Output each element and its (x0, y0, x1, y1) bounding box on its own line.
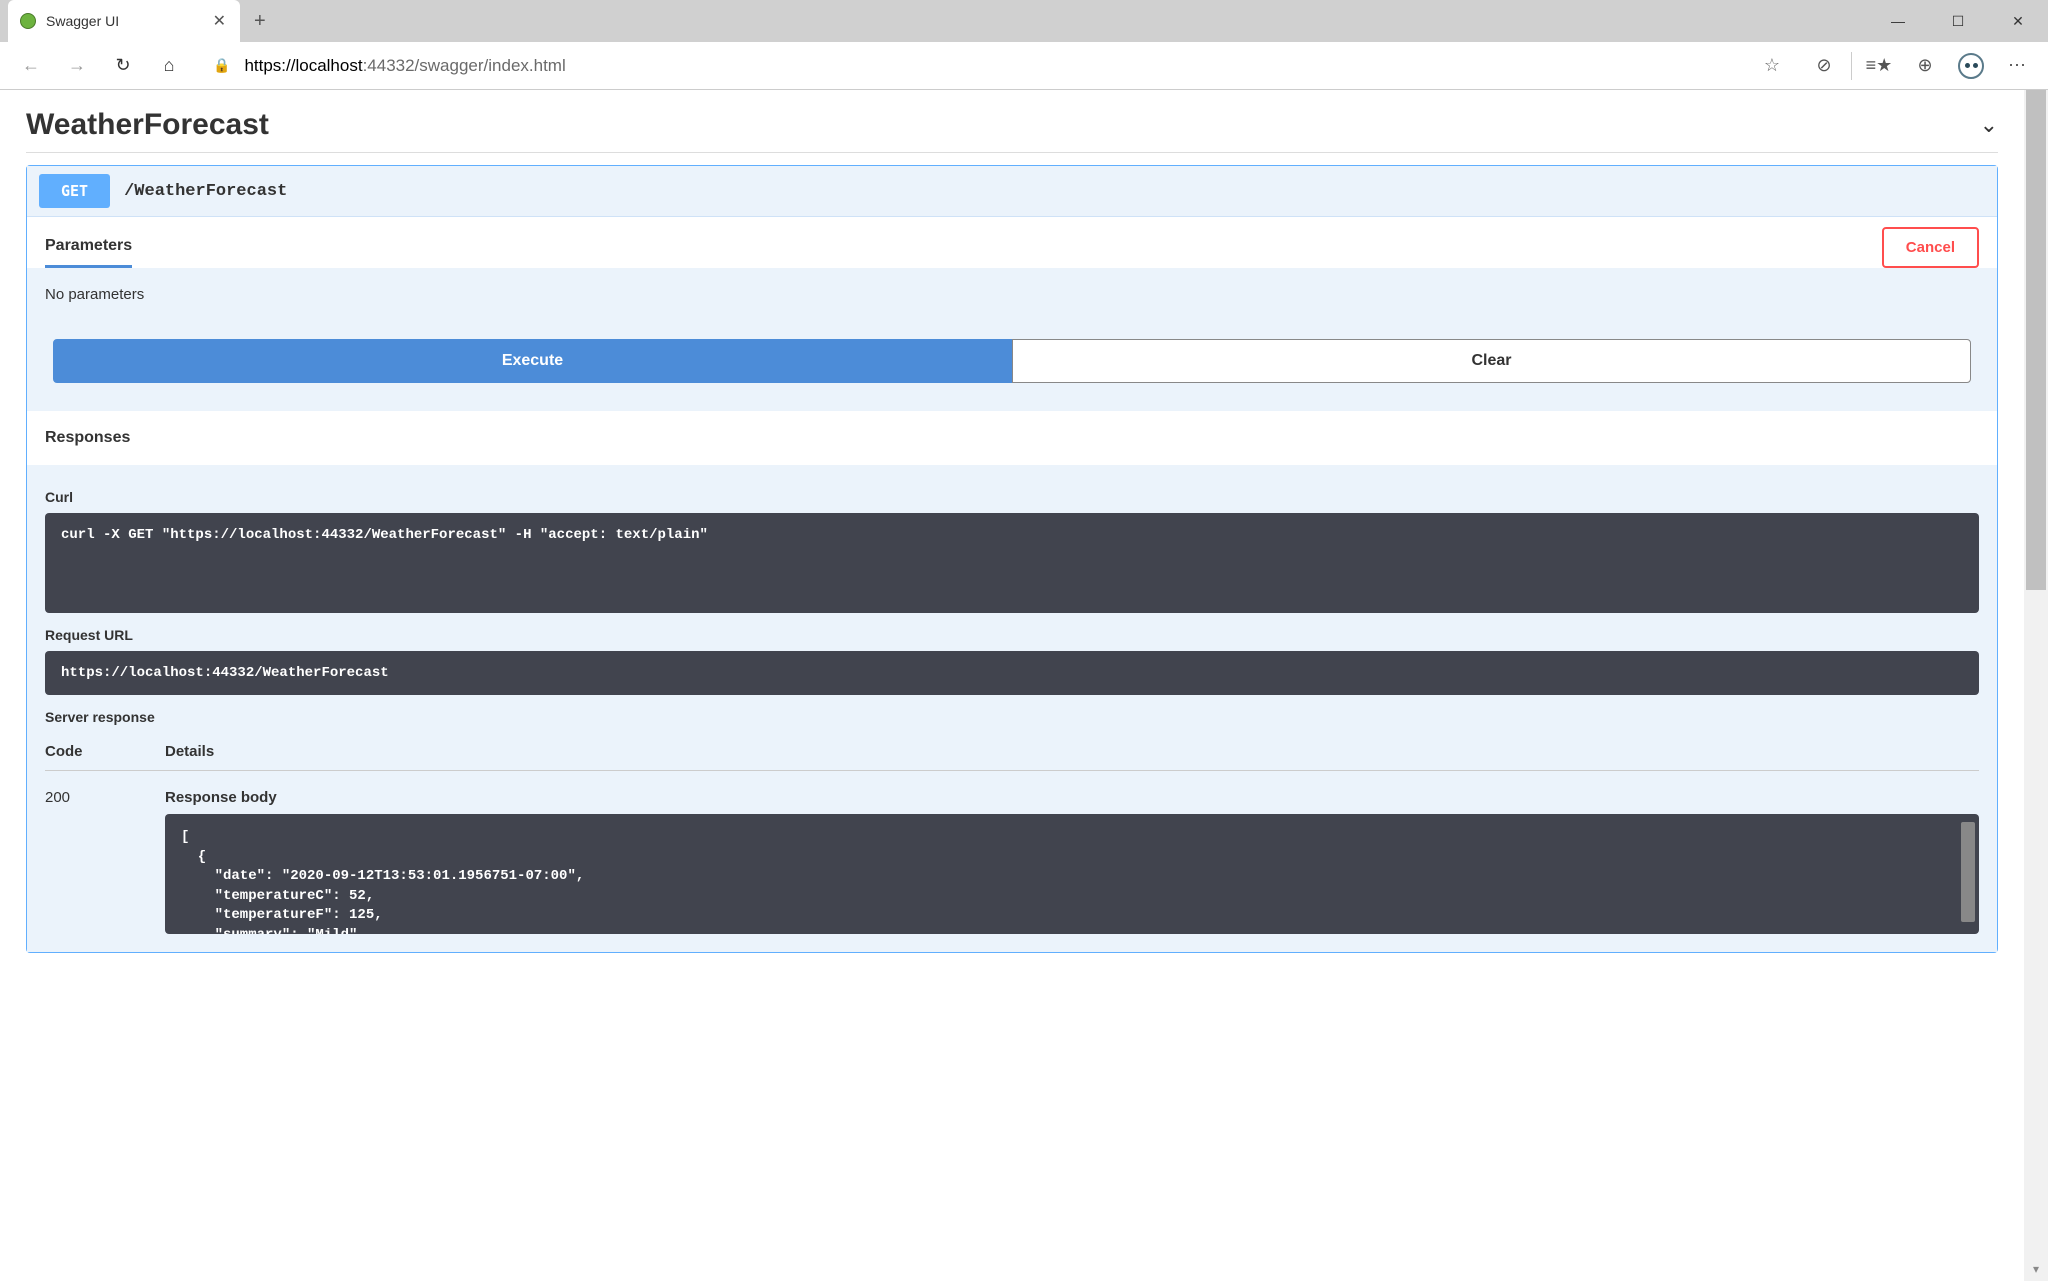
url-input[interactable]: 🔒 https://localhost:44332/swagger/index.… (202, 48, 1791, 84)
server-response-label: Server response (45, 709, 1979, 725)
section-title: WeatherForecast (26, 108, 269, 142)
forward-button[interactable]: → (56, 46, 98, 86)
more-icon[interactable]: ⋯ (1996, 46, 2038, 86)
favorite-icon[interactable]: ☆ (1764, 55, 1780, 76)
response-body-scrollbar[interactable] (1961, 822, 1975, 922)
page-scrollbar[interactable]: ▴ ▾ (2024, 90, 2048, 1281)
response-status-code: 200 (45, 789, 165, 934)
browser-titlebar: Swagger UI ✕ + — ☐ ✕ (0, 0, 2048, 42)
collections-icon[interactable]: ⊕ (1904, 46, 1946, 86)
tab-close-icon[interactable]: ✕ (213, 11, 226, 31)
tab-title: Swagger UI (46, 13, 207, 29)
http-method-badge: GET (39, 174, 110, 208)
details-column-header: Details (165, 743, 1979, 760)
curl-label: Curl (45, 489, 1979, 505)
chevron-down-icon[interactable]: ⌄ (1980, 112, 1998, 138)
scrollbar-thumb[interactable] (2026, 90, 2046, 590)
responses-header: Responses (27, 411, 1997, 465)
new-tab-button[interactable]: + (254, 10, 266, 33)
curl-command-block[interactable]: curl -X GET "https://localhost:44332/Wea… (45, 513, 1979, 613)
favorites-icon[interactable]: ≡★ (1858, 46, 1900, 86)
response-section: Curl curl -X GET "https://localhost:4433… (27, 465, 1997, 952)
refresh-button[interactable]: ↻ (102, 46, 144, 86)
execute-button[interactable]: Execute (53, 339, 1012, 383)
response-details: Response body [ { "date": "2020-09-12T13… (165, 789, 1979, 934)
response-body-block[interactable]: [ { "date": "2020-09-12T13:53:01.1956751… (165, 814, 1979, 934)
action-buttons: Execute Clear (27, 321, 1997, 411)
cancel-button[interactable]: Cancel (1882, 227, 1979, 268)
operation-summary[interactable]: GET /WeatherForecast (27, 166, 1997, 217)
minimize-button[interactable]: — (1868, 0, 1928, 42)
request-url-label: Request URL (45, 627, 1979, 643)
response-body-label: Response body (165, 789, 1979, 806)
request-url-block[interactable]: https://localhost:44332/WeatherForecast (45, 651, 1979, 695)
clear-button[interactable]: Clear (1012, 339, 1971, 383)
api-section-header[interactable]: WeatherForecast ⌄ (26, 90, 1998, 153)
toolbar-divider (1851, 52, 1852, 80)
page-content: WeatherForecast ⌄ GET /WeatherForecast P… (0, 90, 2024, 1281)
profile-button[interactable] (1950, 46, 1992, 86)
home-button[interactable]: ⌂ (148, 46, 190, 86)
parameters-tab[interactable]: Parameters (45, 227, 132, 268)
no-parameters-text: No parameters (27, 268, 1997, 321)
close-window-button[interactable]: ✕ (1988, 0, 2048, 42)
code-column-header: Code (45, 743, 165, 760)
tab-favicon (20, 13, 36, 29)
operation-block: GET /WeatherForecast Parameters Cancel N… (26, 165, 1998, 953)
window-controls: — ☐ ✕ (1868, 0, 2048, 42)
response-table-header: Code Details (45, 733, 1979, 771)
profile-avatar-icon (1958, 53, 1984, 79)
response-row: 200 Response body [ { "date": "2020-09-1… (45, 771, 1979, 934)
lock-icon: 🔒 (213, 57, 230, 74)
browser-tab[interactable]: Swagger UI ✕ (8, 0, 240, 42)
endpoint-path: /WeatherForecast (124, 182, 287, 201)
maximize-button[interactable]: ☐ (1928, 0, 1988, 42)
scroll-down-arrow[interactable]: ▾ (2024, 1257, 2048, 1281)
browser-addressbar: ← → ↻ ⌂ 🔒 https://localhost:44332/swagge… (0, 42, 2048, 90)
url-text: https://localhost:44332/swagger/index.ht… (244, 56, 1755, 76)
tracking-icon[interactable]: ⊘ (1803, 46, 1845, 86)
parameters-header: Parameters Cancel (27, 217, 1997, 268)
back-button[interactable]: ← (10, 46, 52, 86)
